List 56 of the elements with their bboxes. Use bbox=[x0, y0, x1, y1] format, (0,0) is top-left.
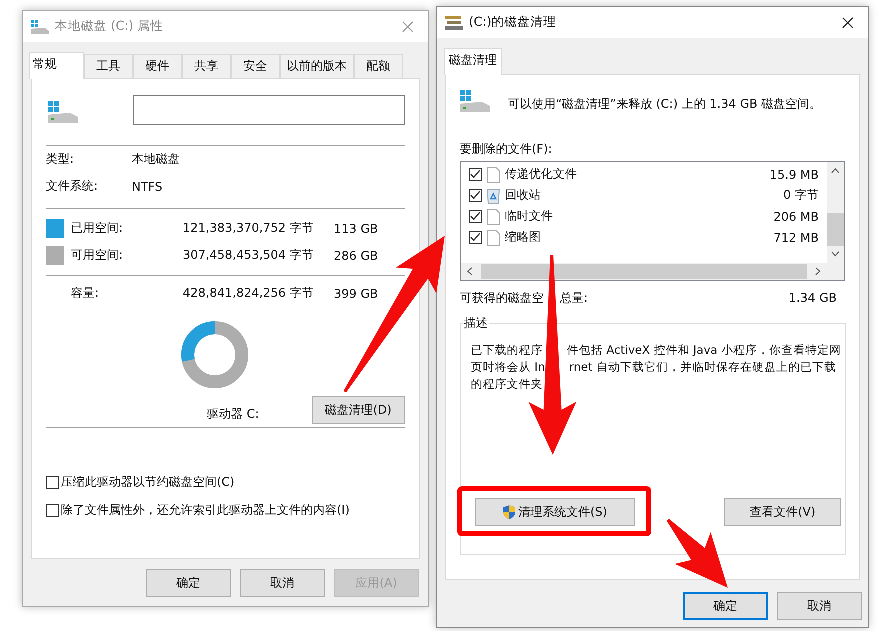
action-button[interactable]: 查看文件(V) bbox=[724, 498, 842, 526]
tab[interactable]: 常规 bbox=[29, 52, 84, 79]
list-item[interactable]: 传递优化文件 15.9 MB bbox=[461, 164, 827, 185]
dialog-button[interactable]: 取消 bbox=[777, 592, 862, 620]
space-size: 113 GB bbox=[334, 222, 378, 236]
item-size: 712 MB bbox=[774, 230, 819, 244]
action-button[interactable]: 清理系统文件(S) bbox=[475, 498, 635, 526]
tab[interactable]: 共享 bbox=[182, 54, 231, 78]
tab[interactable]: 配额 bbox=[354, 54, 403, 78]
item-size: 15.9 MB bbox=[770, 168, 819, 182]
capacity-label: 容量: bbox=[71, 285, 100, 302]
drive-label: 驱动器 C: bbox=[207, 406, 260, 423]
list-item[interactable]: 回收站 0 字节 bbox=[461, 185, 827, 206]
description-text: rnet 自动下载它们，并临时保存在硬盘上的已下载 bbox=[569, 359, 836, 376]
capacity-bytes: 428,841,824,256 字节 bbox=[183, 285, 315, 302]
list-item[interactable]: 缩略图 712 MB bbox=[461, 227, 827, 248]
total-label: 总量: bbox=[560, 290, 588, 306]
space-size: 286 GB bbox=[334, 248, 378, 262]
space-label: 可用空间: bbox=[71, 247, 124, 264]
description-text: 已下载的程序 bbox=[471, 342, 543, 359]
item-size: 0 字节 bbox=[784, 187, 819, 204]
group-title: 描述 bbox=[463, 315, 489, 332]
tab[interactable]: 以前的版本 bbox=[280, 54, 354, 78]
tab[interactable]: 磁盘清理 bbox=[444, 48, 502, 75]
tab[interactable]: 硬件 bbox=[133, 54, 182, 78]
total-label: 可获得的磁盘空 bbox=[460, 290, 544, 306]
window-title: 本地磁盘 (C:) 属性 bbox=[55, 18, 165, 35]
capacity-size: 399 GB bbox=[334, 286, 378, 300]
window-title: (C:)的磁盘清理 bbox=[469, 14, 558, 31]
space-bytes: 121,383,370,752 字节 bbox=[183, 220, 315, 237]
total-value: 1.34 GB bbox=[788, 291, 837, 305]
item-name: 临时文件 bbox=[505, 208, 554, 225]
field-value: 本地磁盘 bbox=[132, 151, 180, 168]
dialog-button[interactable]: 取消 bbox=[240, 569, 325, 597]
dialog-button[interactable]: 确定 bbox=[146, 569, 231, 597]
item-size: 206 MB bbox=[774, 210, 819, 224]
checkbox-label: 除了文件属性外，还允许索引此驱动器上文件的内容(I) bbox=[61, 502, 350, 519]
item-name: 传递优化文件 bbox=[505, 166, 578, 183]
files-label: 要删除的文件(F): bbox=[460, 141, 554, 158]
description-text: 件包括 ActiveX 控件和 Java 小程序，你查看特定网 bbox=[567, 342, 842, 359]
item-name: 回收站 bbox=[505, 187, 542, 204]
space-bytes: 307,458,453,504 字节 bbox=[183, 247, 315, 264]
dialog-button[interactable]: 确定 bbox=[683, 592, 768, 620]
description-text: 页时将会从 In bbox=[471, 359, 546, 376]
tab[interactable]: 工具 bbox=[84, 54, 133, 78]
checkbox-label: 压缩此驱动器以节约磁盘空间(C) bbox=[61, 474, 235, 491]
tab[interactable]: 安全 bbox=[231, 54, 280, 78]
field-label: 类型: bbox=[46, 151, 76, 168]
field-value: NTFS bbox=[132, 180, 163, 194]
space-label: 已用空间: bbox=[71, 220, 124, 237]
description-text: 的程序文件夹 bbox=[471, 376, 543, 393]
field-label: 文件系统: bbox=[46, 178, 100, 195]
list-item[interactable]: 临时文件 206 MB bbox=[461, 206, 827, 227]
item-name: 缩略图 bbox=[505, 229, 542, 246]
disk-cleanup-button[interactable]: 磁盘清理(D) bbox=[312, 396, 405, 424]
intro-text: 可以使用“磁盘清理”来释放 (C:) 上的 1.34 GB 磁盘空间。 bbox=[508, 96, 822, 112]
